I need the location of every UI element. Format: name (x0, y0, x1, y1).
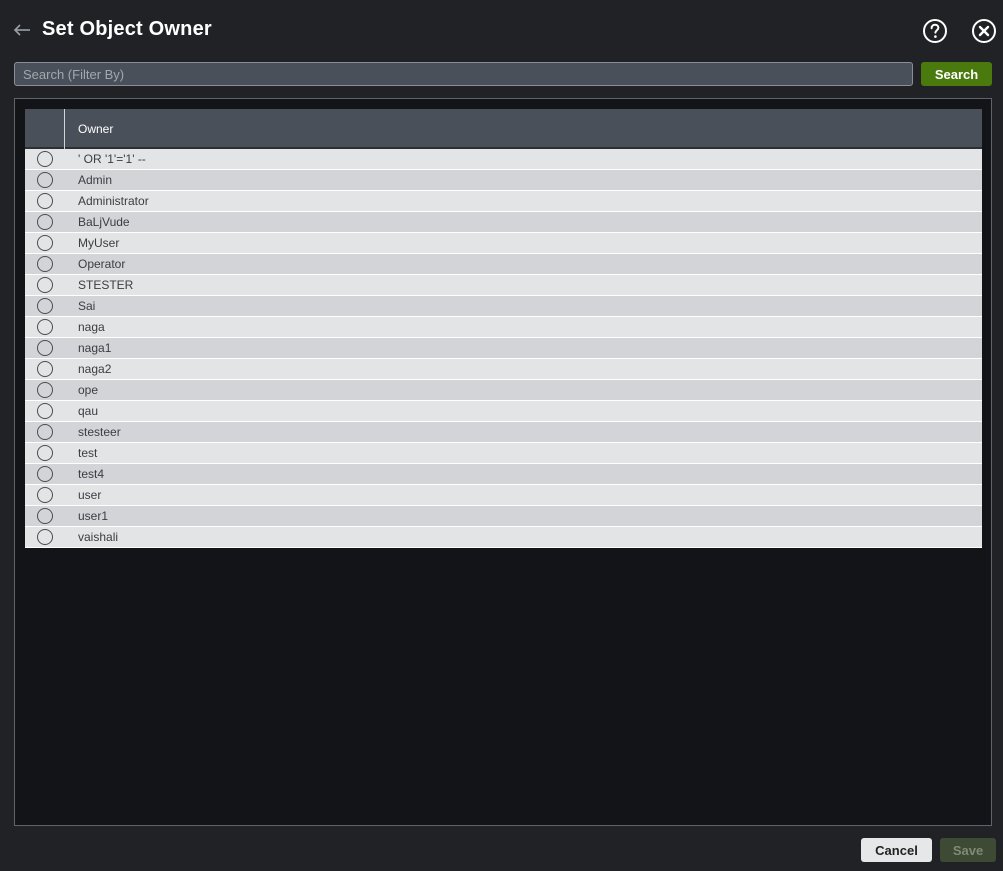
owner-name: test (78, 446, 98, 460)
owner-name: ope (78, 383, 99, 397)
close-circle-icon[interactable] (971, 18, 997, 44)
owner-name: vaishali (78, 530, 119, 544)
owner-radio[interactable] (37, 340, 53, 356)
owner-name: user (78, 488, 102, 502)
owner-radio[interactable] (37, 235, 53, 251)
owner-name: Operator (78, 257, 126, 271)
owner-radio[interactable] (37, 298, 53, 314)
table-row[interactable]: naga1 (25, 338, 982, 359)
table-row[interactable]: ' OR '1'='1' -- (25, 149, 982, 170)
owner-radio[interactable] (37, 403, 53, 419)
arrow-left-icon[interactable] (12, 20, 32, 40)
owner-radio[interactable] (37, 277, 53, 293)
owner-name: Admin (78, 173, 113, 187)
owner-name: naga (78, 320, 105, 334)
owner-name: qau (78, 404, 99, 418)
owner-name: test4 (78, 467, 105, 481)
table-row[interactable]: BaLjVude (25, 212, 982, 233)
table-row[interactable]: ope (25, 380, 982, 401)
owner-radio[interactable] (37, 424, 53, 440)
question-circle-icon[interactable] (922, 18, 948, 44)
owner-grid: Owner ' OR '1'='1' -- Admin Administrator B… (25, 109, 982, 548)
owner-name: user1 (78, 509, 109, 523)
table-row[interactable]: stesteer (25, 422, 982, 443)
table-row[interactable]: MyUser (25, 233, 982, 254)
table-row[interactable]: Sai (25, 296, 982, 317)
owner-name: STESTER (78, 278, 134, 292)
owner-name: ' OR '1'='1' -- (78, 152, 146, 166)
owner-radio[interactable] (37, 319, 53, 335)
owner-radio[interactable] (37, 214, 53, 230)
owner-radio[interactable] (37, 256, 53, 272)
dialog-header: Set Object Owner (0, 0, 1003, 60)
grid-body: ' OR '1'='1' -- Admin Administrator BaLjVud… (25, 149, 982, 548)
grid-header: Owner (25, 109, 982, 149)
owner-radio[interactable] (37, 487, 53, 503)
table-row[interactable]: naga (25, 317, 982, 338)
table-row[interactable]: user1 (25, 506, 982, 527)
owner-name: Sai (78, 299, 96, 313)
owner-radio[interactable] (37, 151, 53, 167)
table-row[interactable]: Administrator (25, 191, 982, 212)
search-button[interactable]: Search (921, 62, 992, 86)
owner-radio[interactable] (37, 193, 53, 209)
owner-name: naga1 (78, 341, 112, 355)
table-row[interactable]: STESTER (25, 275, 982, 296)
owner-name: BaLjVude (78, 215, 130, 229)
owner-list-panel: Owner ' OR '1'='1' -- Admin Administrator B… (14, 98, 992, 826)
owner-radio[interactable] (37, 466, 53, 482)
owner-radio[interactable] (37, 529, 53, 545)
table-row[interactable]: vaishali (25, 527, 982, 548)
table-row[interactable]: test4 (25, 464, 982, 485)
owner-radio[interactable] (37, 172, 53, 188)
owner-name: MyUser (78, 236, 120, 250)
table-row[interactable]: naga2 (25, 359, 982, 380)
owner-radio[interactable] (37, 445, 53, 461)
cancel-button[interactable]: Cancel (861, 838, 932, 862)
save-button[interactable]: Save (940, 838, 996, 862)
owner-name: naga2 (78, 362, 112, 376)
select-column-header (25, 109, 65, 149)
table-row[interactable]: user (25, 485, 982, 506)
owner-radio[interactable] (37, 361, 53, 377)
owner-radio[interactable] (37, 382, 53, 398)
table-row[interactable]: Operator (25, 254, 982, 275)
table-row[interactable]: test (25, 443, 982, 464)
owner-column-header[interactable]: Owner (78, 122, 113, 136)
search-input[interactable] (14, 62, 913, 86)
owner-radio[interactable] (37, 508, 53, 524)
owner-name: Administrator (78, 194, 149, 208)
table-row[interactable]: qau (25, 401, 982, 422)
page-title: Set Object Owner (42, 18, 212, 40)
owner-name: stesteer (78, 425, 121, 439)
table-row[interactable]: Admin (25, 170, 982, 191)
